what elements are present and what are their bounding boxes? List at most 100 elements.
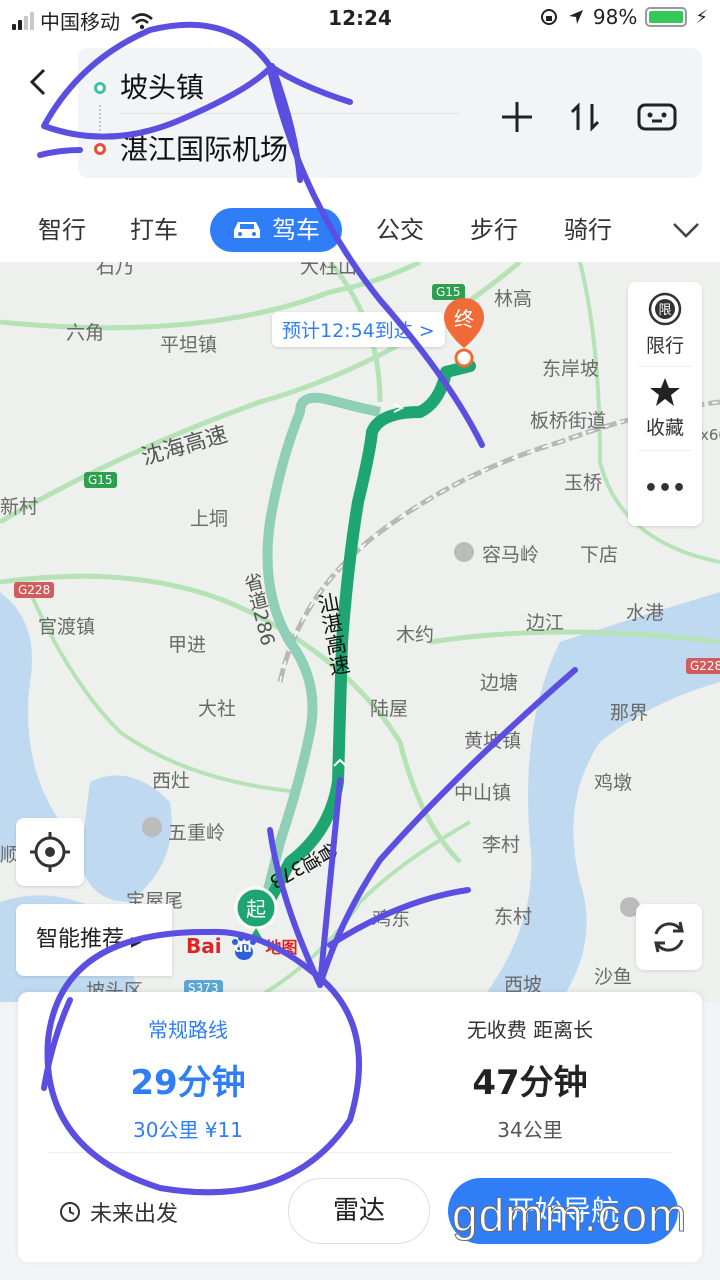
end-dot-icon	[94, 143, 106, 155]
map-label: 水港	[626, 602, 665, 624]
map-label: 中山镇	[454, 782, 512, 804]
map-label: 李村	[482, 834, 521, 856]
card-divider	[48, 1152, 672, 1153]
tab-taxi[interactable]: 打车	[130, 208, 178, 252]
map-view[interactable]: 大柱山 石乃 林高 六角 平坦镇 东岸坡 板桥街道 沈海高速 新村 上垌 玉桥 …	[0, 262, 720, 1002]
map-label: 六角	[66, 322, 105, 344]
map-label: 上垌	[190, 508, 229, 530]
baidu-logo: Bai du 地图	[186, 934, 298, 961]
eta-bubble[interactable]: 预计12:54到达 >	[272, 312, 445, 347]
locate-button[interactable]	[16, 818, 84, 886]
caret-right-icon: ▶	[131, 934, 142, 950]
route-option-name: 无收费 距离长	[466, 1018, 594, 1042]
map-label: 陆屋	[370, 698, 409, 720]
status-bar: 中国移动 12:24 98% ⚡	[0, 0, 720, 36]
end-pin-icon: 终	[444, 298, 484, 368]
location-arrow-icon	[568, 10, 583, 24]
map-side-panel: 限 限行 收藏 •••	[628, 282, 702, 526]
restriction-icon: 限	[648, 292, 682, 326]
car-icon	[234, 222, 260, 238]
paw-icon: du	[229, 934, 259, 961]
map-label: 鸡墩	[594, 772, 633, 794]
battery-icon	[645, 7, 688, 27]
route-option-no-toll[interactable]: 无收费 距离长 47分钟 34公里	[360, 1014, 700, 1143]
swap-icon[interactable]	[564, 96, 606, 138]
route-option-info: 34公里	[497, 1118, 563, 1142]
tab-transit[interactable]: 公交	[376, 208, 424, 252]
route-option-info: 30公里 ¥11	[133, 1118, 243, 1142]
favorite-button[interactable]: 收藏	[628, 376, 702, 440]
highway-shield: G228	[14, 582, 55, 598]
map-label: 沙鱼	[594, 966, 633, 988]
tab-walk[interactable]: 步行	[470, 208, 518, 252]
map-label: 板桥街道	[530, 410, 607, 432]
destination-field[interactable]: 湛江国际机场	[120, 128, 288, 168]
favorite-label: 收藏	[645, 417, 684, 439]
locate-icon	[30, 832, 70, 872]
highway-shield: G228	[686, 658, 720, 674]
map-label: 下店	[580, 544, 619, 566]
map-label: 容马岭	[482, 544, 540, 566]
map-label: 新村	[0, 496, 39, 518]
star-icon	[650, 378, 680, 406]
smart-recommend-label: 智能推荐	[36, 927, 125, 952]
route-option-time: 29分钟	[130, 1063, 246, 1103]
refresh-icon	[654, 921, 684, 953]
radar-button[interactable]: 雷达	[288, 1178, 430, 1244]
map-base	[0, 262, 720, 1002]
map-label: 大社	[198, 698, 237, 720]
smart-recommend-button[interactable]: 智能推荐 ▶	[16, 904, 172, 976]
orientation-lock-icon	[540, 9, 557, 25]
map-label: 西灶	[152, 770, 191, 792]
refresh-button[interactable]	[636, 904, 702, 970]
restriction-button[interactable]: 限 限行	[628, 292, 702, 358]
start-pin-label: 起	[246, 897, 266, 921]
map-label: 石乃	[96, 262, 135, 278]
logo-text: Bai	[186, 934, 222, 958]
future-departure-button[interactable]: 未来出发	[58, 1196, 178, 1228]
tab-drive[interactable]: 驾车	[210, 208, 342, 252]
map-label: 东岸坡	[542, 358, 600, 380]
status-right: 98% ⚡	[539, 5, 708, 29]
tab-smart[interactable]: 智行	[38, 208, 86, 252]
vehicle-settings-icon[interactable]	[636, 96, 678, 138]
start-dot-icon	[94, 82, 106, 94]
map-label: 官渡镇	[38, 616, 96, 638]
end-pin-label: 终	[454, 307, 474, 331]
address-divider	[120, 113, 460, 114]
logo-paw-text: du	[234, 940, 252, 955]
clock-icon	[60, 1202, 80, 1222]
back-arrow-icon[interactable]	[22, 64, 58, 100]
map-label: 木约	[396, 624, 435, 646]
address-box: 坡头镇 湛江国际机场	[78, 48, 702, 178]
more-options-button[interactable]: •••	[628, 476, 702, 501]
origin-field[interactable]: 坡头镇	[120, 66, 204, 106]
map-label: 东村	[494, 906, 533, 928]
route-option-name: 常规路线	[148, 1018, 228, 1042]
route-header: 坡头镇 湛江国际机场	[0, 36, 720, 196]
add-waypoint-icon[interactable]	[496, 96, 538, 138]
tab-bike[interactable]: 骑行	[564, 208, 612, 252]
restriction-glyph: 限	[658, 303, 671, 318]
map-label: 平坦镇	[160, 334, 218, 356]
connector-dots	[99, 105, 101, 131]
map-label: 鸡东	[372, 908, 411, 930]
map-label: 大柱山	[300, 262, 358, 278]
map-label: 边江	[526, 612, 565, 634]
mode-tabs: 智行 打车 驾车 公交 步行 骑行	[0, 196, 720, 262]
tab-drive-label: 驾车	[272, 216, 320, 244]
watermark: gdmm.com	[451, 1189, 688, 1242]
map-label: 玉桥	[564, 472, 603, 494]
map-label: 五重岭	[168, 822, 226, 844]
map-label: x60	[700, 426, 720, 444]
logo-suffix: 地图	[265, 938, 298, 957]
chevron-down-icon[interactable]	[668, 212, 704, 248]
map-label: 甲进	[168, 634, 207, 656]
map-label: 黄坡镇	[464, 730, 522, 752]
restriction-label: 限行	[645, 335, 684, 357]
map-label: 那界	[610, 702, 649, 724]
route-option-regular[interactable]: 常规路线 29分钟 30公里 ¥11	[18, 1014, 358, 1143]
battery-percent: 98%	[592, 5, 638, 29]
charging-bolt-icon: ⚡	[695, 6, 708, 28]
route-option-time: 47分钟	[472, 1063, 588, 1103]
